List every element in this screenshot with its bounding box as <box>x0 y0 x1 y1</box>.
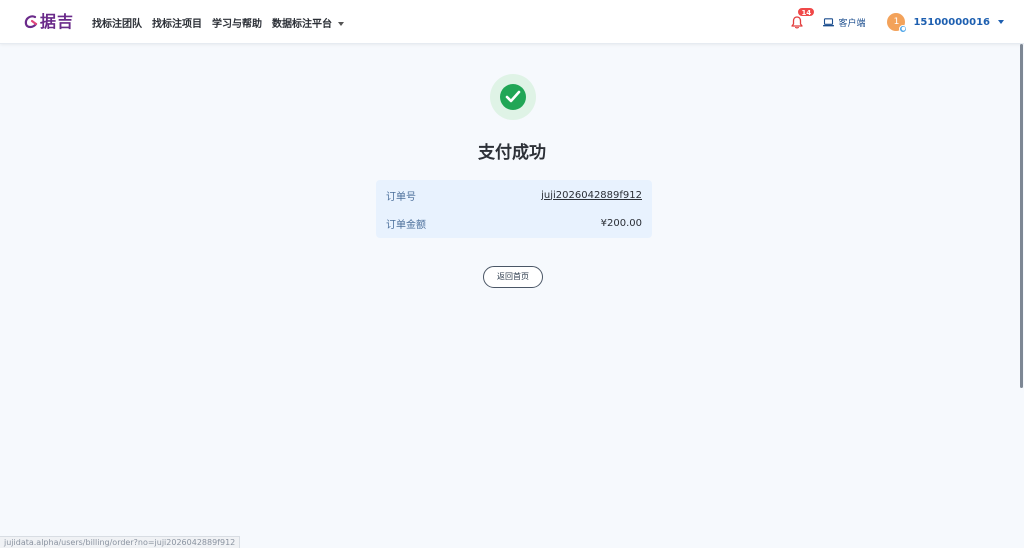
nav-item-find-team[interactable]: 找标注团队 <box>92 15 142 30</box>
logo-icon <box>24 15 38 29</box>
notification-badge: 14 <box>797 7 816 17</box>
chevron-down-icon <box>338 21 344 26</box>
laptop-icon <box>823 17 835 26</box>
order-number-link[interactable]: juji2026042889f912 <box>541 190 642 201</box>
logo[interactable]: 据吉 <box>24 11 74 33</box>
avatar-status-icon: ● <box>899 25 908 33</box>
nav-item-annotation-platform-label: 数据标注平台 <box>272 18 332 30</box>
back-to-home-button[interactable]: 返回首页 <box>483 266 543 288</box>
main-nav: 找标注团队 找标注项目 学习与帮助 数据标注平台 <box>92 0 344 44</box>
nav-item-annotation-platform[interactable]: 数据标注平台 <box>272 15 344 30</box>
logo-text: 据吉 <box>40 12 75 31</box>
success-check-icon <box>490 74 536 120</box>
status-bar-url: jujidata.alpha/users/billing/order?no=ju… <box>0 536 241 548</box>
order-amount-value: ¥200.00 <box>600 217 642 229</box>
nav-item-find-project[interactable]: 找标注项目 <box>152 15 202 30</box>
bell-icon <box>791 16 804 29</box>
scrollbar[interactable] <box>1020 44 1024 548</box>
user-phone[interactable]: 15100000016 <box>913 17 990 28</box>
top-navigation-bar: 据吉 找标注团队 找标注项目 学习与帮助 数据标注平台 14 客户端 1 ● 1… <box>0 0 1024 44</box>
order-amount-row: 订单金额 ¥200.00 <box>386 213 642 233</box>
scrollbar-thumb[interactable] <box>1020 44 1023 388</box>
client-link[interactable]: 客户端 <box>823 16 865 29</box>
order-summary-card: 订单号 juji2026042889f912 订单金额 ¥200.00 <box>376 180 652 238</box>
client-label: 客户端 <box>838 18 866 29</box>
order-amount-label: 订单金额 <box>386 219 426 231</box>
page-title: 支付成功 <box>478 143 546 163</box>
chevron-down-icon[interactable] <box>998 20 1004 24</box>
avatar-letter: 1 <box>893 17 900 27</box>
avatar[interactable]: 1 ● <box>887 13 908 33</box>
order-number-row: 订单号 juji2026042889f912 <box>386 185 642 205</box>
notifications-button[interactable]: 14 <box>789 7 816 31</box>
order-number-label: 订单号 <box>386 191 416 203</box>
header-tools: 14 客户端 1 ● 15100000016 <box>789 0 1004 44</box>
nav-item-learning-help[interactable]: 学习与帮助 <box>212 15 262 30</box>
